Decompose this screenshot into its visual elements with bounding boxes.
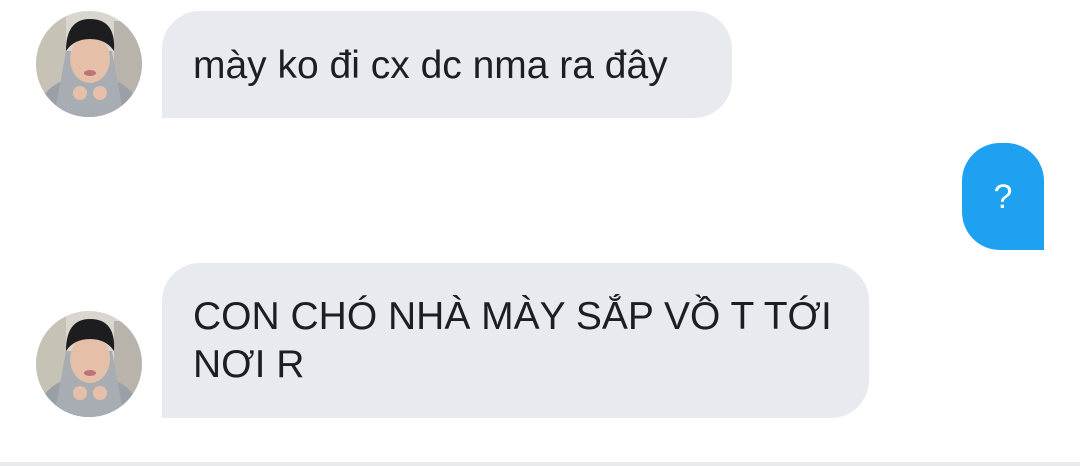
message-text: mày ko đi cx dc nma ra đây [193, 44, 668, 87]
outgoing-message-bubble[interactable]: ? [962, 143, 1044, 250]
avatar-photo-icon [36, 311, 142, 417]
bottom-divider [0, 462, 1080, 466]
incoming-message-bubble[interactable]: CON CHÓ NHÀ MÀY SẮP VỒ T TỚI NƠI R [162, 263, 869, 418]
message-text: ? [993, 177, 1013, 216]
conversation-view: mày ko đi cx dc nma ra đây ? CON CHÓ NHÀ… [0, 0, 1080, 466]
sender-avatar[interactable] [36, 11, 142, 117]
incoming-message-bubble[interactable]: mày ko đi cx dc nma ra đây [162, 11, 732, 118]
message-text: CON CHÓ NHÀ MÀY SẮP VỒ T TỚI NƠI R [193, 295, 832, 386]
sender-avatar[interactable] [36, 311, 142, 417]
avatar-photo-icon [36, 11, 142, 117]
